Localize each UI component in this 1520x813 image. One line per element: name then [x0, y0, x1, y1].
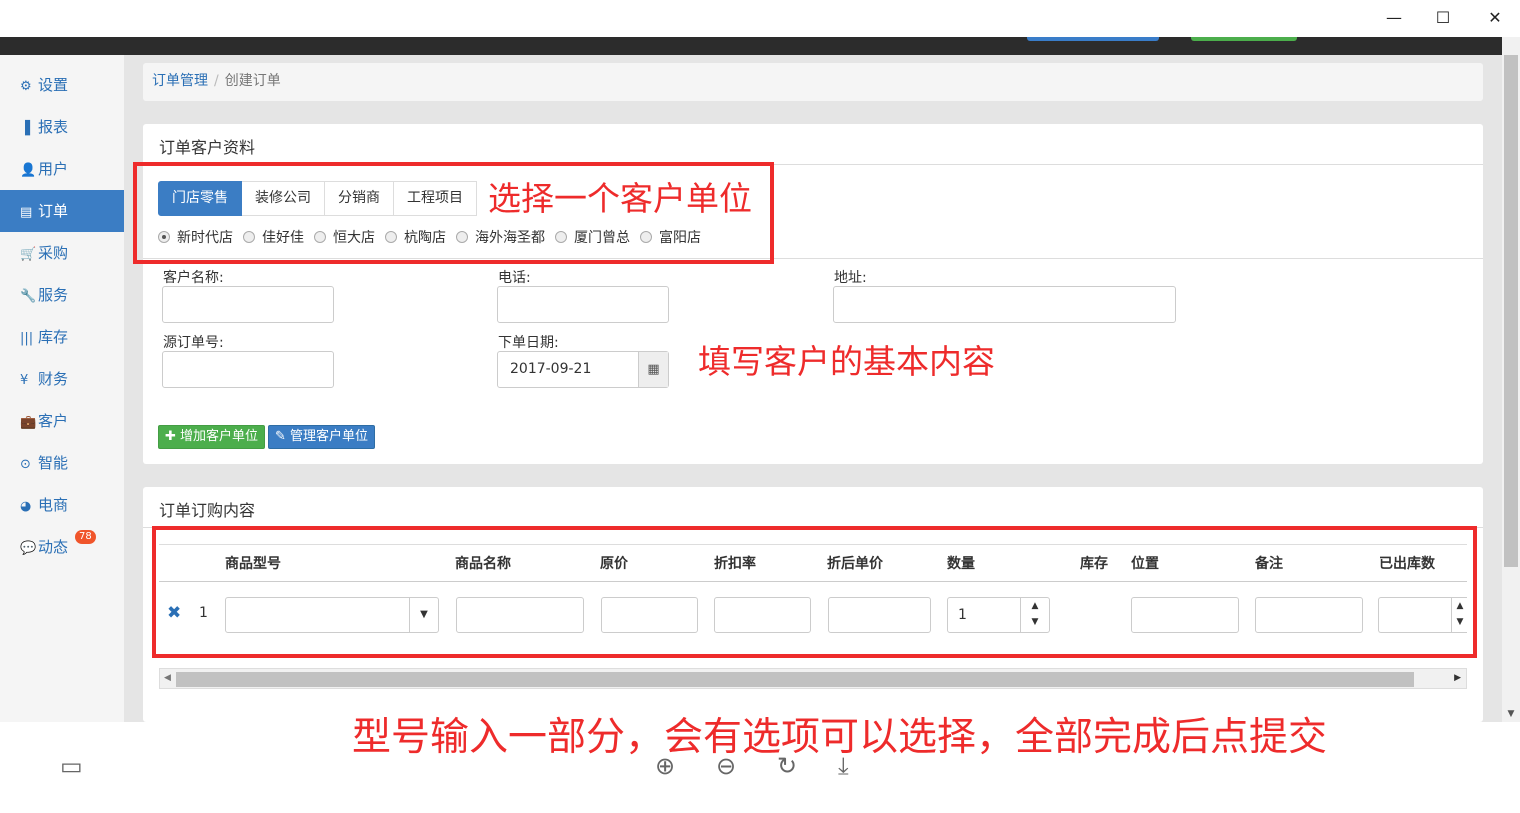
- globe-icon: ◕: [20, 499, 32, 514]
- briefcase-icon: 💼: [20, 415, 37, 430]
- scroll-left-icon[interactable]: ◀: [164, 669, 171, 688]
- sidebar-item-orders[interactable]: ▤ 订单: [0, 190, 124, 232]
- scroll-down-icon[interactable]: ▼: [1502, 706, 1520, 722]
- sidebar-item-label: 订单: [38, 202, 69, 220]
- sidebar-item-inventory[interactable]: ||| 库存: [0, 316, 124, 358]
- close-button[interactable]: ✕: [1481, 6, 1509, 30]
- source-order-input[interactable]: [162, 351, 334, 388]
- gear-icon: ⚙: [20, 79, 32, 94]
- phone-input[interactable]: [497, 286, 669, 323]
- breadcrumb-link-orders[interactable]: 订单管理: [152, 73, 208, 89]
- plus-icon: ✚: [165, 429, 176, 444]
- bar-chart-icon: ▐: [20, 121, 30, 136]
- button-label: 管理客户单位: [290, 429, 369, 444]
- order-date-label: 下单日期:: [498, 335, 559, 351]
- phone-label: 电话:: [498, 270, 531, 286]
- panel-title: 订单客户资料: [159, 138, 256, 157]
- sidebar-item-reports[interactable]: ▐ 报表: [0, 106, 124, 148]
- breadcrumb-current: 创建订单: [224, 73, 281, 89]
- yen-icon: ¥: [20, 373, 29, 388]
- maximize-button[interactable]: ☐: [1429, 6, 1457, 30]
- scrollbar-thumb[interactable]: [176, 672, 1414, 687]
- top-navbar: [0, 37, 1502, 55]
- calendar-icon[interactable]: ▦: [638, 352, 668, 387]
- order-date-input[interactable]: 2017-09-21 ▦: [497, 351, 669, 388]
- button-label: 增加客户单位: [180, 429, 259, 444]
- wrench-icon: 🔧: [20, 289, 37, 304]
- sidebar-item-label: 采购: [38, 244, 69, 262]
- sidebar-item-purchasing[interactable]: 🛒 采购: [0, 232, 124, 274]
- scroll-right-icon[interactable]: ▶: [1454, 669, 1461, 688]
- sidebar-item-settings[interactable]: ⚙ 设置: [0, 64, 124, 106]
- cart-icon: 🛒: [20, 247, 37, 262]
- horizontal-scrollbar[interactable]: ◀ ▶: [159, 668, 1467, 689]
- comment-icon: 💬: [20, 541, 37, 556]
- sidebar-item-label: 财务: [38, 370, 69, 388]
- sidebar-item-activity[interactable]: 💬 动态 78: [0, 526, 124, 568]
- layout-icon[interactable]: ▭: [60, 752, 83, 780]
- source-order-label: 源订单号:: [163, 335, 224, 351]
- sidebar-item-label: 电商: [38, 496, 69, 514]
- sidebar-item-customers[interactable]: 💼 客户: [0, 400, 124, 442]
- sidebar-item-finance[interactable]: ¥ 财务: [0, 358, 124, 400]
- notification-badge: 78: [75, 530, 96, 544]
- panel-title: 订单订购内容: [159, 501, 256, 520]
- user-icon: 👤: [20, 163, 37, 178]
- annotation-box-items: [152, 526, 1477, 658]
- sidebar-item-label: 客户: [38, 412, 69, 430]
- annotation-fill-info: 填写客户的基本内容: [698, 342, 995, 381]
- sidebar-item-label: 动态: [38, 538, 69, 556]
- sidebar: ⚙ 设置 ▐ 报表 👤 用户 ▤ 订单 🛒 采购 🔧 服务 ||| 库存 ¥ 财务 💼 客户 ⊙ 智…: [0, 55, 124, 722]
- sidebar-item-label: 服务: [38, 286, 69, 304]
- dashboard-icon: ⊙: [20, 457, 31, 472]
- address-label: 地址:: [834, 270, 867, 286]
- address-input[interactable]: [833, 286, 1176, 323]
- order-date-value: 2017-09-21: [510, 361, 592, 377]
- sidebar-item-label: 用户: [38, 160, 69, 178]
- sidebar-item-smart[interactable]: ⊙ 智能: [0, 442, 124, 484]
- minimize-button[interactable]: —: [1380, 6, 1408, 30]
- breadcrumb: 订单管理 / 创建订单: [143, 63, 1483, 101]
- sidebar-item-label: 报表: [38, 118, 69, 136]
- sidebar-item-label: 智能: [38, 454, 69, 472]
- annotation-submit-hint: 型号输入一部分，会有选项可以选择，全部完成后点提交: [352, 715, 1328, 760]
- breadcrumb-separator: /: [214, 73, 219, 89]
- window-titlebar: — ☐ ✕: [0, 0, 1520, 37]
- sidebar-item-label: 设置: [38, 76, 69, 94]
- sidebar-item-ecommerce[interactable]: ◕ 电商: [0, 484, 124, 526]
- barcode-icon: |||: [20, 331, 34, 346]
- customer-name-input[interactable]: [162, 286, 334, 323]
- vertical-scrollbar[interactable]: ▼: [1502, 37, 1520, 722]
- pencil-icon: ✎: [275, 429, 286, 444]
- scrollbar-thumb[interactable]: [1504, 55, 1518, 567]
- sidebar-item-label: 库存: [38, 328, 69, 346]
- manage-customer-unit-button[interactable]: ✎ 管理客户单位: [268, 425, 376, 449]
- annotation-select-unit: 选择一个客户单位: [488, 179, 752, 218]
- navbar-button-green[interactable]: [1191, 37, 1297, 41]
- sidebar-item-users[interactable]: 👤 用户: [0, 148, 124, 190]
- add-customer-unit-button[interactable]: ✚ 增加客户单位: [158, 425, 266, 449]
- sidebar-item-service[interactable]: 🔧 服务: [0, 274, 124, 316]
- navbar-button-blue[interactable]: [1027, 37, 1159, 41]
- customer-name-label: 客户名称:: [163, 270, 224, 286]
- list-icon: ▤: [20, 205, 33, 220]
